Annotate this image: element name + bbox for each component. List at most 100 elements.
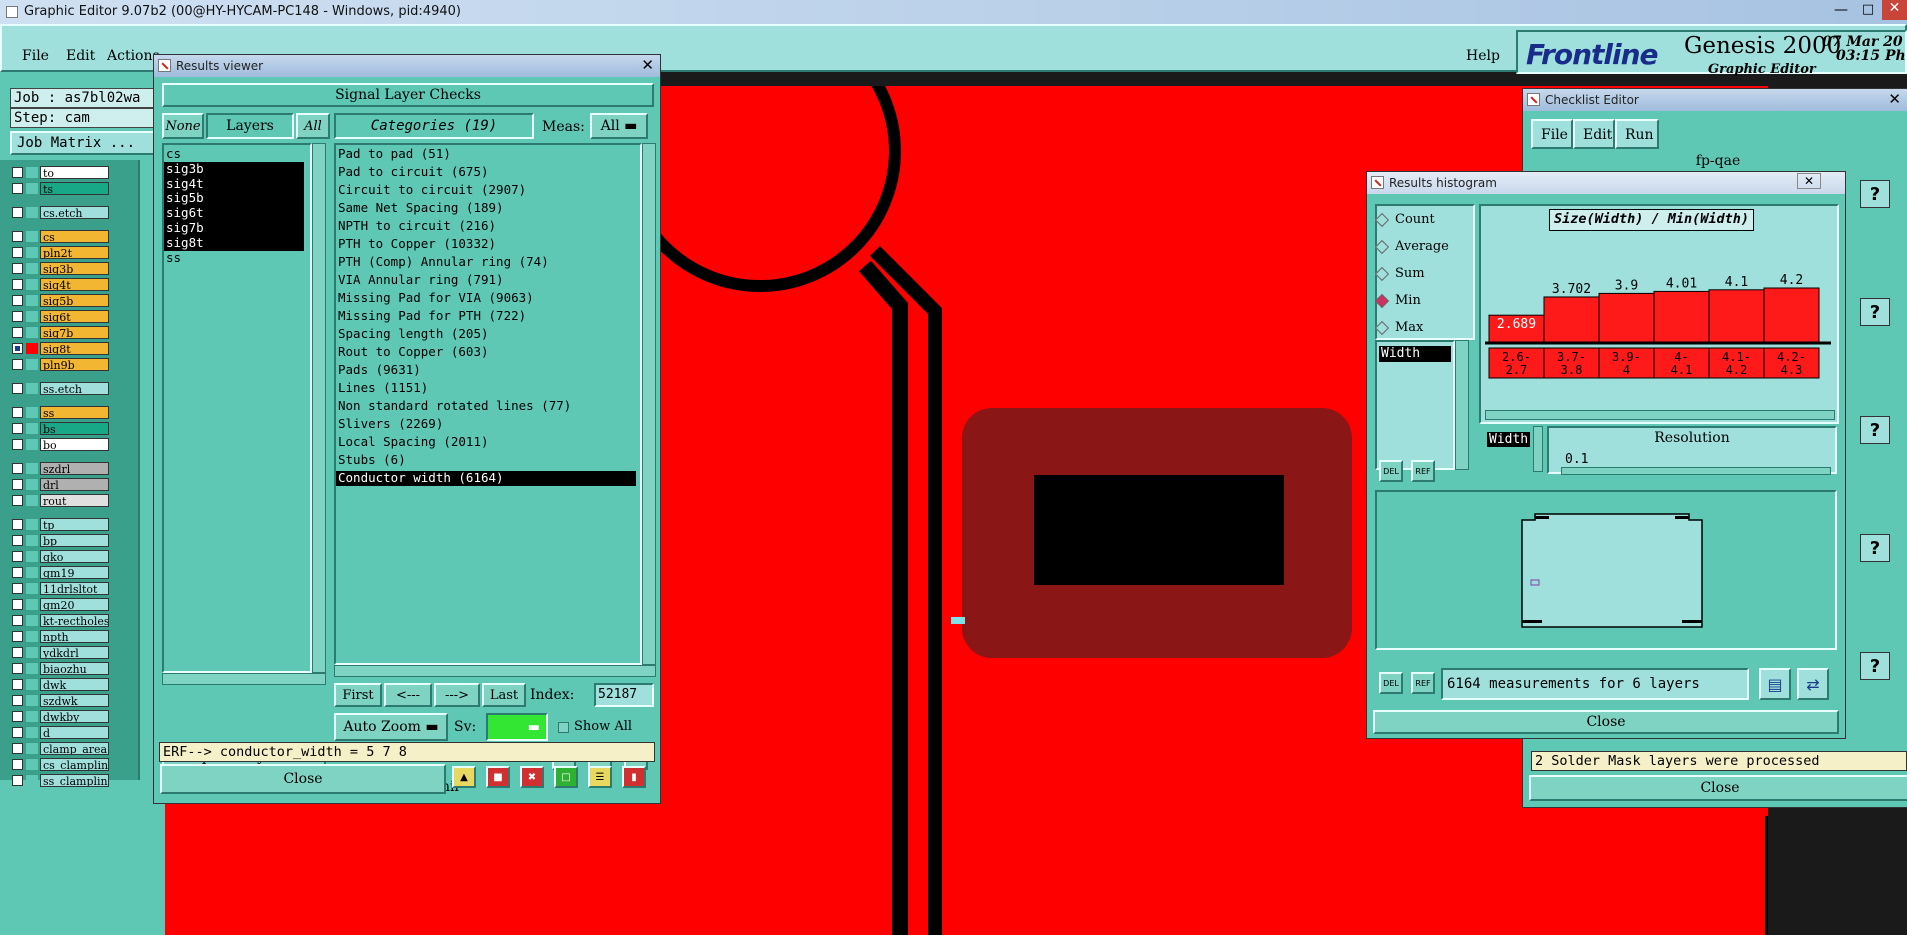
next-button[interactable]: ---> <box>434 683 480 707</box>
layer-list-item[interactable]: sig5b <box>164 191 304 207</box>
category-item[interactable]: Lines (1151) <box>336 380 636 396</box>
layer-row-tp[interactable]: tp <box>12 518 109 531</box>
layer-color-swatch[interactable] <box>26 207 38 218</box>
toolbar-icon-2[interactable]: ■ <box>486 766 510 788</box>
category-item[interactable]: Local Spacing (2011) <box>336 434 636 450</box>
layer-color-swatch[interactable] <box>26 615 38 626</box>
layer-checkbox[interactable] <box>12 343 23 354</box>
layer-color-swatch[interactable] <box>26 479 38 490</box>
layer-color-swatch[interactable] <box>26 647 38 658</box>
toolbar-icon-4[interactable]: □ <box>554 766 578 788</box>
layer-name[interactable]: dwk <box>40 678 109 691</box>
index-input[interactable]: 52187 <box>594 683 654 707</box>
category-item[interactable]: PTH (Comp) Annular ring (74) <box>336 254 636 270</box>
layer-checkbox[interactable] <box>12 479 23 490</box>
layer-color-swatch[interactable] <box>26 551 38 562</box>
layer-checkbox[interactable] <box>12 295 23 306</box>
category-item[interactable]: VIA Annular ring (791) <box>336 272 636 288</box>
layer-name[interactable]: bo <box>40 438 109 451</box>
layer-row-gm20[interactable]: gm20 <box>12 598 109 611</box>
layer-row-ss.etch[interactable]: ss.etch <box>12 382 109 395</box>
layer-checkbox[interactable] <box>12 535 23 546</box>
histogram-bar[interactable] <box>1763 287 1820 343</box>
layer-row-sig7b[interactable]: sig7b <box>12 326 109 339</box>
help-question-icon[interactable]: ? <box>1860 416 1890 444</box>
layer-color-swatch[interactable] <box>26 311 38 322</box>
layer-color-swatch[interactable] <box>26 695 38 706</box>
first-button[interactable]: First <box>334 683 382 707</box>
radio-icon[interactable] <box>1374 320 1390 335</box>
layer-checkbox[interactable] <box>12 167 23 178</box>
layer-color-swatch[interactable] <box>26 295 38 306</box>
layers-button[interactable]: Layers <box>206 113 294 139</box>
layer-row-pln9b[interactable]: pln9b <box>12 358 109 371</box>
layer-checkbox[interactable] <box>12 711 23 722</box>
layer-checkbox[interactable] <box>12 247 23 258</box>
layer-row-to[interactable]: to <box>12 166 109 179</box>
help-question-icon[interactable]: ? <box>1860 652 1890 680</box>
layer-color-swatch[interactable] <box>26 759 38 770</box>
layer-name[interactable]: biaozhu <box>40 662 109 675</box>
category-item[interactable]: Missing Pad for VIA (9063) <box>336 290 636 306</box>
layer-row-sig3b[interactable]: sig3b <box>12 262 109 275</box>
layer-name[interactable]: bp <box>40 534 109 547</box>
width-tag-scrollbar[interactable] <box>1533 426 1543 472</box>
sv-color-select[interactable]: ▬ <box>486 713 548 741</box>
layer-row-bs[interactable]: bs <box>12 422 109 435</box>
category-item[interactable]: Stubs (6) <box>336 452 636 468</box>
prev-button[interactable]: <--- <box>384 683 432 707</box>
layer-select-list[interactable]: cs sig3b sig4t sig5b sig6t sig7b sig8t ss <box>162 143 312 673</box>
layer-row-drl[interactable]: drl <box>12 478 109 491</box>
layer-color-swatch[interactable] <box>26 663 38 674</box>
layer-checkbox[interactable] <box>12 775 23 786</box>
resolution-slider[interactable] <box>1561 467 1831 475</box>
layer-list-item[interactable]: sig7b <box>164 220 304 236</box>
layer-row-ts[interactable]: ts <box>12 182 109 195</box>
category-item[interactable]: Non standard rotated lines (77) <box>336 398 636 414</box>
layer-color-swatch[interactable] <box>26 383 38 394</box>
help-question-icon[interactable]: ? <box>1860 534 1890 562</box>
layer-row-ss_clampline[interactable]: ss_clampline <box>12 774 109 787</box>
help-question-icon[interactable]: ? <box>1860 180 1890 208</box>
layer-row-ydkdrl[interactable]: ydkdrl <box>12 646 109 659</box>
layer-list-item[interactable]: ss <box>164 250 304 266</box>
histogram-bar[interactable] <box>1598 292 1655 343</box>
layer-list-hscrollbar[interactable] <box>162 673 326 685</box>
radio-icon[interactable] <box>1374 293 1390 308</box>
layer-name[interactable]: gko <box>40 550 109 563</box>
minimize-button[interactable]: — <box>1828 2 1854 20</box>
layer-row-cs[interactable]: cs <box>12 230 109 243</box>
layer-color-swatch[interactable] <box>26 407 38 418</box>
histogram-bar[interactable] <box>1708 289 1765 343</box>
category-item[interactable]: Pad to circuit (675) <box>336 164 636 180</box>
chart-swap-icon[interactable]: ⇄ <box>1797 668 1829 700</box>
close-window-button[interactable]: ✕ <box>1882 0 1907 20</box>
show-all-checkbox[interactable] <box>558 722 569 733</box>
layer-row-pln2t[interactable]: pln2t <box>12 246 109 259</box>
layer-color-swatch[interactable] <box>26 343 38 354</box>
layer-checkbox[interactable] <box>12 599 23 610</box>
category-item[interactable]: Slivers (2269) <box>336 416 636 432</box>
layer-name[interactable]: szdrl <box>40 462 109 475</box>
layer-name[interactable]: rout <box>40 494 109 507</box>
layer-color-swatch[interactable] <box>26 727 38 738</box>
layer-name[interactable]: pln2t <box>40 246 109 259</box>
layer-checkbox[interactable] <box>12 463 23 474</box>
layer-color-swatch[interactable] <box>26 231 38 242</box>
layer-color-swatch[interactable] <box>26 183 38 194</box>
mode-min[interactable]: Min <box>1374 293 1421 308</box>
layer-name[interactable]: ss <box>40 406 109 419</box>
layer-name[interactable]: drl <box>40 478 109 491</box>
layer-row-bo[interactable]: bo <box>12 438 109 451</box>
layer-name[interactable]: d <box>40 726 109 739</box>
menu-file[interactable]: File <box>22 48 49 64</box>
layer-row-dwk[interactable]: dwk <box>12 678 109 691</box>
layer-row-gko[interactable]: gko <box>12 550 109 563</box>
last-button[interactable]: Last <box>482 683 526 707</box>
maximize-button[interactable]: □ <box>1856 2 1880 20</box>
meas-select[interactable]: All ▬ <box>590 113 648 139</box>
layer-name[interactable]: gm19 <box>40 566 109 579</box>
hist-del-button-2[interactable]: DEL <box>1379 672 1403 694</box>
layer-color-swatch[interactable] <box>26 679 38 690</box>
layer-checkbox[interactable] <box>12 407 23 418</box>
